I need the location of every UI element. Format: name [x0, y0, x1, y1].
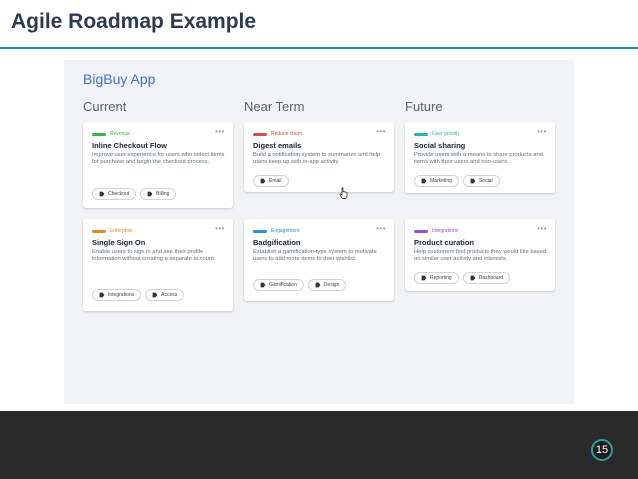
column-header-current: Current — [83, 99, 127, 114]
chip-label: Marketing — [430, 178, 452, 184]
label-chip[interactable]: Integrations — [92, 289, 142, 301]
column-header-near-term: Near Term — [244, 99, 305, 114]
more-horizontal-icon[interactable]: ••• — [215, 127, 225, 136]
tag-icon — [421, 275, 427, 281]
title-divider — [0, 47, 638, 49]
tag-color-bar — [253, 229, 267, 233]
tag-icon — [99, 191, 105, 197]
card-description: Provide users with a means to share prod… — [414, 152, 543, 166]
more-horizontal-icon[interactable]: ••• — [537, 224, 547, 233]
tag-icon — [99, 292, 105, 298]
chip-label: Reporting — [430, 275, 452, 281]
category-tag: Integrations — [414, 227, 458, 235]
chip-list: Reporting Dashboard — [414, 272, 511, 284]
chip-label: Billing — [156, 191, 170, 197]
card-description: Improve user experience for users who se… — [92, 152, 225, 166]
tag-label: Integrations — [432, 228, 459, 234]
category-tag: Revenue — [92, 130, 130, 138]
label-chip[interactable]: Social — [462, 175, 500, 187]
more-horizontal-icon[interactable]: ••• — [537, 127, 547, 136]
card-description: Enable users to sign in and see their pr… — [92, 249, 216, 263]
tag-icon — [260, 178, 266, 184]
chip-list: Gamification Design — [253, 279, 347, 291]
label-chip[interactable]: Billing — [140, 188, 177, 200]
tag-icon — [470, 275, 476, 281]
more-horizontal-icon[interactable]: ••• — [376, 127, 386, 136]
chip-list: Marketing Social — [414, 175, 500, 187]
tag-label: Reduce churn — [271, 131, 303, 137]
more-horizontal-icon[interactable]: ••• — [376, 224, 386, 233]
label-chip[interactable]: Access — [145, 289, 185, 301]
chip-label: Checkout — [108, 191, 130, 197]
category-tag: Enterprise — [92, 227, 133, 235]
tag-color-bar — [414, 132, 428, 136]
card-title: Badgification — [253, 238, 301, 247]
tag-label: Revenue — [110, 131, 131, 137]
column-header-future: Future — [405, 99, 443, 114]
roadmap-card[interactable]: User growth ••• Social sharing Provide u… — [405, 122, 555, 193]
tag-icon — [470, 178, 476, 184]
chip-list: Email — [253, 175, 289, 187]
more-horizontal-icon[interactable]: ••• — [215, 224, 225, 233]
chip-label: Social — [478, 178, 493, 184]
label-chip[interactable]: Reporting — [414, 272, 459, 284]
roadmap-screenshot: BigBuy App Current Near Term Future Reve… — [64, 60, 574, 404]
category-tag: Reduce churn — [253, 130, 302, 138]
card-description: Establish a gamification-type system to … — [253, 249, 377, 263]
label-chip[interactable]: Gamification — [253, 279, 304, 291]
tag-icon — [260, 282, 266, 288]
tag-label: Enterprise — [110, 228, 133, 234]
card-description: Build a notification system to summarize… — [253, 152, 381, 166]
chip-label: Gamification — [269, 282, 297, 288]
page-number-badge: 15 — [591, 439, 613, 461]
label-chip[interactable]: Dashboard — [462, 272, 511, 284]
app-title: BigBuy App — [83, 71, 156, 87]
tag-icon — [152, 292, 158, 298]
chip-label: Integrations — [108, 292, 135, 298]
roadmap-card[interactable]: Revenue ••• Inline Checkout Flow Improve… — [83, 122, 233, 208]
slide-footer — [0, 411, 638, 479]
label-chip[interactable]: Email — [253, 175, 289, 187]
card-title: Digest emails — [253, 141, 302, 150]
tag-icon — [315, 282, 321, 288]
chip-label: Access — [161, 292, 178, 298]
chip-label: Design — [323, 282, 340, 288]
chip-list: Checkout Billing — [92, 188, 177, 200]
tag-icon — [421, 178, 427, 184]
chip-list: Integrations Access — [92, 289, 185, 301]
tag-color-bar — [92, 229, 106, 233]
label-chip[interactable]: Marketing — [414, 175, 459, 187]
chip-label: Dashboard — [478, 275, 504, 281]
card-title: Product curation — [414, 238, 475, 247]
category-tag: Engagement — [253, 227, 299, 235]
tag-color-bar — [92, 132, 106, 136]
tag-icon — [147, 191, 153, 197]
roadmap-card[interactable]: Engagement ••• Badgification Establish a… — [244, 219, 394, 301]
tag-color-bar — [414, 229, 428, 233]
roadmap-card[interactable]: Integrations ••• Product curation Help c… — [405, 219, 555, 291]
card-title: Single Sign On — [92, 238, 146, 247]
hand-cursor-icon — [339, 187, 348, 199]
label-chip[interactable]: Design — [307, 279, 347, 291]
roadmap-card[interactable]: Reduce churn ••• Digest emails Build a n… — [244, 122, 394, 192]
category-tag: User growth — [414, 130, 459, 138]
label-chip[interactable]: Checkout — [92, 188, 137, 200]
tag-label: Engagement — [271, 228, 300, 234]
roadmap-card[interactable]: Enterprise ••• Single Sign On Enable use… — [83, 219, 233, 311]
card-title: Inline Checkout Flow — [92, 141, 168, 150]
chip-label: Email — [269, 178, 282, 184]
tag-color-bar — [253, 132, 267, 136]
card-title: Social sharing — [414, 141, 466, 150]
card-description: Help customers find products they would … — [414, 249, 547, 263]
slide-title: Agile Roadmap Example — [11, 10, 257, 33]
tag-label: User growth — [432, 131, 459, 137]
